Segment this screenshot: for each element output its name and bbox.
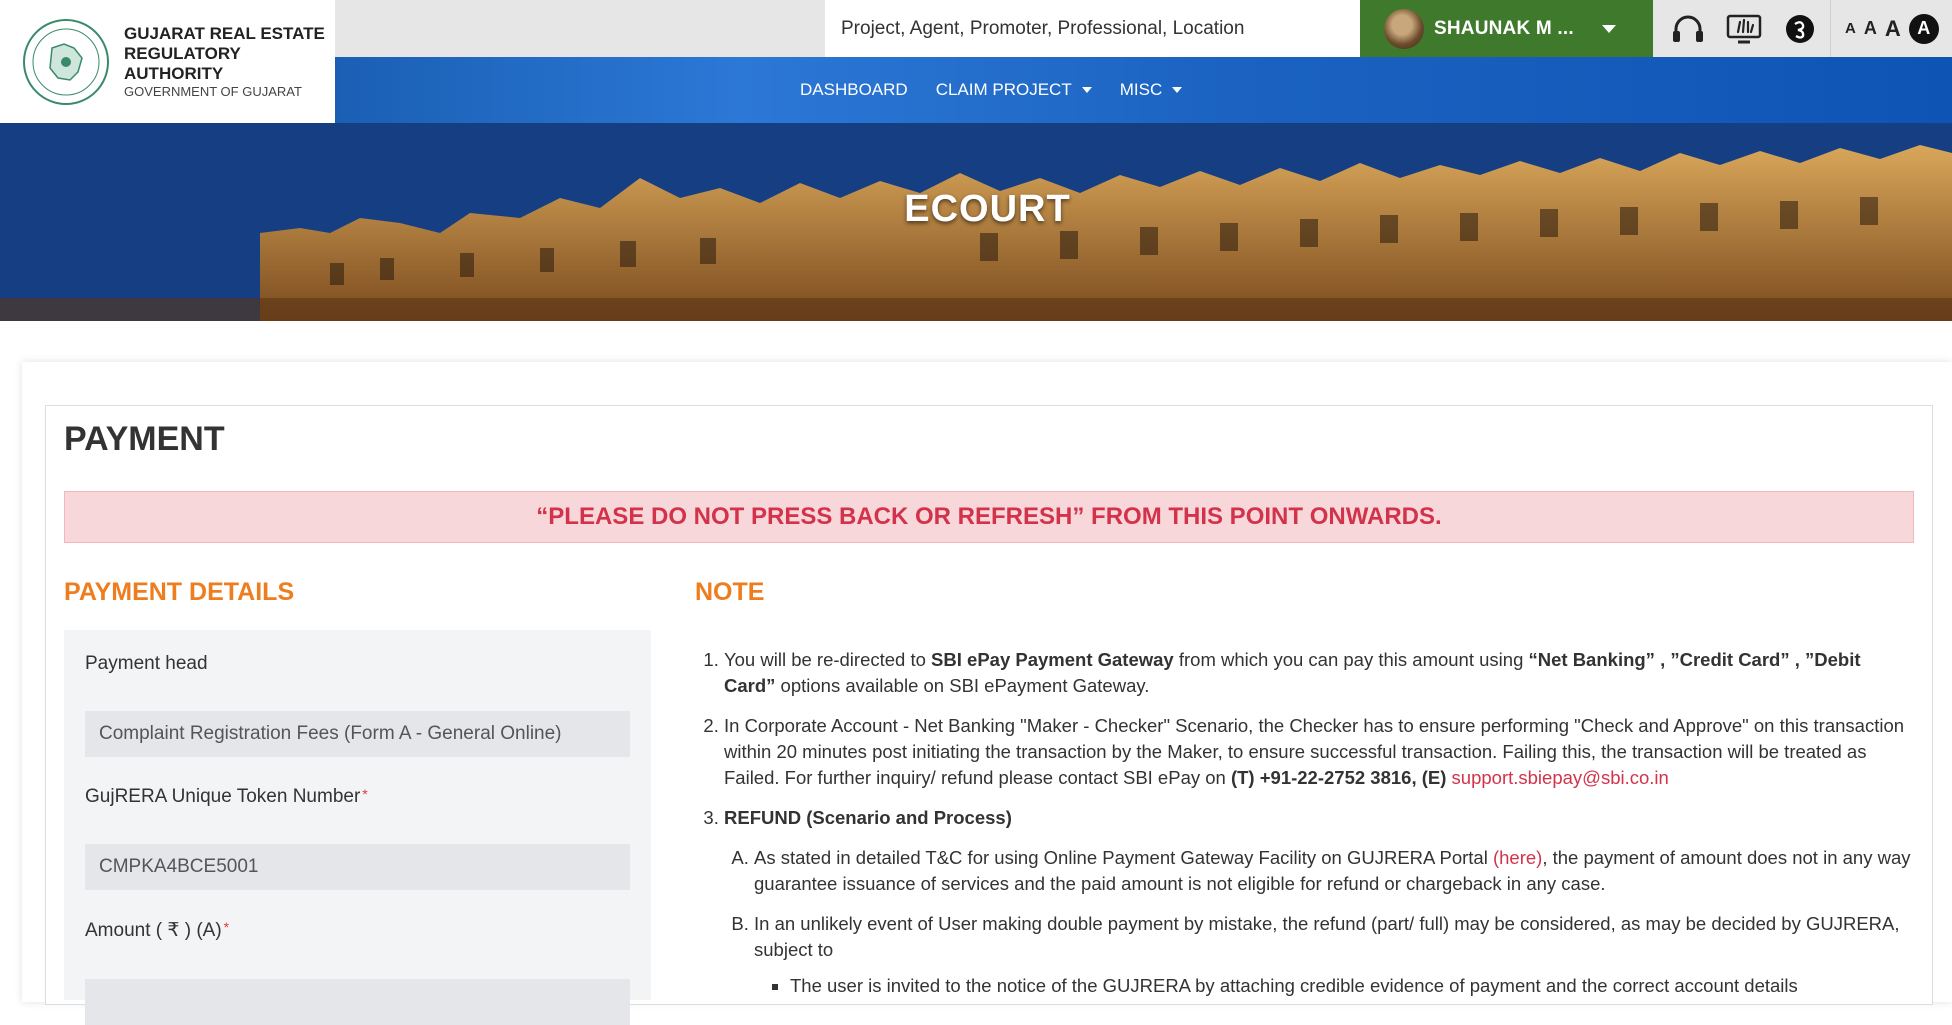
nav-claim-project-label: CLAIM PROJECT bbox=[935, 80, 1072, 99]
gujarati-language-icon bbox=[1786, 14, 1814, 43]
headphones-icon bbox=[1673, 15, 1703, 42]
font-medium-button[interactable]: A bbox=[1864, 18, 1877, 39]
note-text-bold: (T) +91-22-2752 3816, (E) bbox=[1230, 767, 1452, 788]
nav-dashboard-label: DASHBOARD bbox=[800, 80, 908, 99]
main-nav: DASHBOARD CLAIM PROJECT MISC bbox=[335, 57, 1952, 123]
refund-sub-item: The user is invited to the notice of the… bbox=[790, 973, 1915, 999]
note-content: You will be re-directed to SBI ePay Paym… bbox=[700, 647, 1915, 1013]
note-text: options available on SBI ePayment Gatewa… bbox=[775, 675, 1150, 696]
language-toggle-button[interactable] bbox=[1772, 0, 1828, 57]
support-email-link[interactable]: support.sbiepay@sbi.co.in bbox=[1452, 767, 1669, 788]
refund-title: REFUND (Scenario and Process) bbox=[724, 807, 1012, 828]
chevron-down-icon bbox=[1601, 24, 1616, 33]
user-menu[interactable]: SHAUNAK M ... bbox=[1360, 0, 1653, 57]
refund-item-b: In an unlikely event of User making doub… bbox=[754, 911, 1915, 999]
contrast-button[interactable]: A bbox=[1908, 13, 1939, 44]
note-item: In Corporate Account - Net Banking "Make… bbox=[724, 713, 1915, 791]
payment-head-label: Payment head bbox=[85, 653, 208, 674]
nav-misc[interactable]: MISC bbox=[1120, 80, 1183, 100]
font-size-controls: A A A A bbox=[1830, 0, 1939, 57]
nav-claim-project[interactable]: CLAIM PROJECT bbox=[936, 80, 1092, 100]
accessibility-tools bbox=[1660, 0, 1828, 57]
user-name: SHAUNAK M ... bbox=[1434, 17, 1574, 39]
payment-head-field[interactable] bbox=[85, 711, 630, 757]
amount-label-text: Amount ( ₹ ) (A) bbox=[85, 920, 222, 941]
logo-text: GUJARAT REAL ESTATE REGULATORY AUTHORITY… bbox=[124, 24, 335, 99]
top-bar: SHAUNAK M ... A A A A bbox=[335, 0, 1952, 57]
note-text: You will be re-directed to bbox=[724, 649, 932, 670]
sign-language-icon bbox=[1726, 14, 1762, 43]
font-large-button[interactable]: A bbox=[1885, 16, 1901, 42]
warning-alert: “PLEASE DO NOT PRESS BACK OR REFRESH” FR… bbox=[64, 491, 1914, 543]
note-text: from which you can pay this amount using bbox=[1173, 649, 1529, 670]
note-text-bold: SBI ePay Payment Gateway bbox=[931, 649, 1174, 670]
logo-line3: GOVERNMENT OF GUJARAT bbox=[124, 83, 302, 99]
warning-text: “PLEASE DO NOT PRESS BACK OR REFRESH” FR… bbox=[536, 503, 1442, 530]
caret-down-icon bbox=[1172, 87, 1183, 93]
avatar bbox=[1384, 8, 1424, 49]
note-text: In an unlikely event of User making doub… bbox=[754, 913, 1900, 960]
banner-title: ECOURT bbox=[904, 188, 1071, 230]
note-item: You will be re-directed to SBI ePay Paym… bbox=[724, 647, 1915, 699]
token-field[interactable] bbox=[85, 844, 630, 890]
amount-label: Amount ( ₹ ) (A) * bbox=[85, 919, 229, 942]
required-marker: * bbox=[362, 786, 368, 802]
note-title: NOTE bbox=[695, 578, 765, 606]
logo-line1: GUJARAT REAL ESTATE bbox=[124, 23, 325, 43]
amount-field[interactable] bbox=[85, 979, 630, 1025]
token-label: GujRERA Unique Token Number * bbox=[85, 786, 368, 808]
required-marker: * bbox=[223, 919, 230, 935]
screen-reader-button[interactable] bbox=[1660, 0, 1716, 57]
logo-line2: REGULATORY AUTHORITY bbox=[124, 43, 241, 83]
sign-language-button[interactable] bbox=[1716, 0, 1772, 57]
terms-link[interactable]: (here) bbox=[1493, 847, 1542, 868]
payment-details-title: PAYMENT DETAILS bbox=[64, 578, 295, 606]
caret-down-icon bbox=[1081, 87, 1092, 93]
payment-details-panel bbox=[64, 630, 651, 1000]
site-logo[interactable]: GUJARAT REAL ESTATE REGULATORY AUTHORITY… bbox=[0, 0, 335, 123]
font-small-button[interactable]: A bbox=[1845, 20, 1856, 37]
token-label-text: GujRERA Unique Token Number bbox=[85, 786, 361, 807]
note-text: As stated in detailed T&C for using Onli… bbox=[754, 847, 1493, 868]
page-banner: ECOURT bbox=[0, 123, 1952, 321]
nav-dashboard[interactable]: DASHBOARD bbox=[800, 80, 908, 100]
rera-seal-icon bbox=[23, 18, 109, 105]
note-item: REFUND (Scenario and Process) As stated … bbox=[724, 805, 1915, 999]
search-input[interactable] bbox=[825, 0, 1417, 57]
nav-misc-label: MISC bbox=[1119, 80, 1163, 99]
page-title: PAYMENT bbox=[64, 420, 225, 458]
refund-item-a: As stated in detailed T&C for using Onli… bbox=[754, 845, 1915, 897]
